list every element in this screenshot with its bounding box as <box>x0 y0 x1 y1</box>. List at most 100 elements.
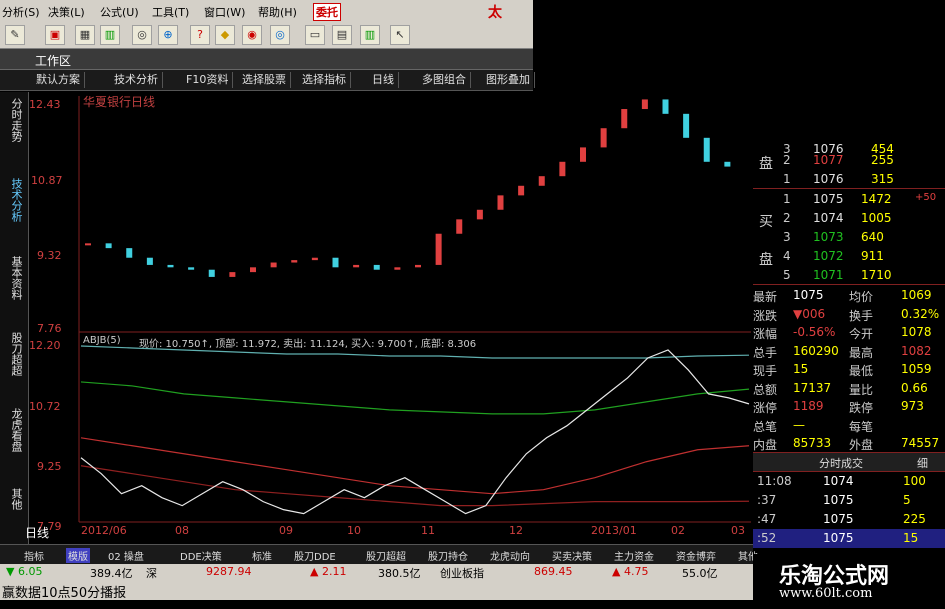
candle <box>332 257 339 268</box>
candle <box>497 195 504 210</box>
date-axis: 日线 2012/06 08 09 10 11 12 2013/01 02 03 <box>25 524 751 542</box>
scan-icon[interactable]: ⊕ <box>158 25 178 45</box>
tab-overlay[interactable]: 图形叠加 <box>482 72 535 88</box>
sell-row: 1 1076 315 <box>783 172 894 186</box>
toolbar: ✎ ▣ ▦ ▥ ◎ ⊕ ? ◆ ◉ ◎ ▭ ▤ ▥ ↖ <box>0 22 533 49</box>
buy-row: 3 1073 640 <box>783 230 884 244</box>
indicator-tab[interactable]: 标准 <box>252 548 272 563</box>
indicator-tab[interactable]: 模版 <box>66 548 90 563</box>
menu-formula[interactable]: 公式(U) <box>100 4 139 20</box>
broadcast-row: 赢数据10点50分播报 <box>0 580 753 601</box>
site-logo: 乐淘公式网 www.60lt.com <box>753 554 945 609</box>
ticks-detail-button[interactable]: 细 <box>917 455 928 471</box>
candle <box>250 267 256 273</box>
workspace-title[interactable]: 工作区 <box>35 52 71 69</box>
candle <box>291 260 298 263</box>
stat-row: 总手 160290 最高 1082 <box>753 343 932 360</box>
left-tab-timeshare[interactable]: 分时走势 <box>4 98 23 142</box>
left-tab-dragon[interactable]: 龙虎看盘 <box>4 408 23 452</box>
tick-row: :52 1075 15 <box>753 529 945 548</box>
bars-icon[interactable]: ▥ <box>100 25 120 45</box>
brand-char: 太 <box>488 5 502 21</box>
menu-window[interactable]: 窗口(W) <box>204 4 245 20</box>
pen-icon[interactable]: ✎ <box>5 25 25 45</box>
left-tabs: 分时走势 技术分析 基本资料 股刀超超 龙虎看盘 其他 <box>0 92 29 544</box>
candle <box>435 233 442 265</box>
indicator-tab[interactable]: 股刀持仓 <box>428 548 468 563</box>
candle <box>311 257 318 261</box>
menu-tools[interactable]: 工具(T) <box>152 4 189 20</box>
diamond-icon[interactable]: ◆ <box>215 25 235 45</box>
flag-icon[interactable]: ▣ <box>45 25 65 45</box>
note-icon[interactable]: ▭ <box>305 25 325 45</box>
candle <box>518 185 525 196</box>
candle <box>683 113 690 138</box>
price-tick-1: 12.43 <box>29 98 61 111</box>
candle <box>270 262 277 268</box>
indicator-tab[interactable]: 股刀DDE <box>294 548 336 563</box>
price-tick-3: 9.32 <box>37 249 62 262</box>
indicator-values: 现价: 10.750↑, 顶部: 11.972, 卖出: 11.124, 买入:… <box>139 339 477 350</box>
tab-default-scheme[interactable]: 默认方案 <box>32 72 85 88</box>
buy-row: 5 1071 1710 <box>783 268 892 282</box>
candle <box>456 219 463 234</box>
tab-multi-chart[interactable]: 多图组合 <box>418 72 471 88</box>
candle <box>146 257 153 265</box>
tab-select-indicator[interactable]: 选择指标 <box>298 72 351 88</box>
left-tab-basic[interactable]: 基本资料 <box>4 256 23 300</box>
indicator-tab[interactable]: 资金博弈 <box>676 548 716 563</box>
indicator-tab[interactable]: 买卖决策 <box>552 548 592 563</box>
menu-analysis[interactable]: 分析(S) <box>2 4 40 20</box>
function-tabs: 默认方案 技术分析 F10资料 选择股票 选择指标 日线 多图组合 图形叠加 <box>0 70 535 91</box>
question-icon[interactable]: ? <box>190 25 210 45</box>
chart-svg <box>29 92 751 544</box>
menu-help[interactable]: 帮助(H) <box>258 4 297 20</box>
candle <box>208 269 215 277</box>
chart-area[interactable]: 12.43 10.87 9.32 7.76 12.20 10.72 9.25 7… <box>25 92 751 544</box>
quote-panel: 3 1076 454 盘 2 1077 255 1 1076 315 1 107… <box>753 140 945 554</box>
menu-bar: 分析(S) 决策(L) 公式(U) 工具(T) 窗口(W) 帮助(H) 委托 太 <box>0 0 533 23</box>
indicator-tab[interactable]: 股刀超超 <box>366 548 406 563</box>
candle <box>559 161 566 177</box>
stat-row: 总笔 — 每笔 <box>753 417 874 434</box>
indicator-tab[interactable]: 指标 <box>24 548 44 563</box>
period-label[interactable]: 日线 <box>25 524 49 541</box>
left-tab-super[interactable]: 股刀超超 <box>4 332 23 376</box>
tab-select-stock[interactable]: 选择股票 <box>238 72 291 88</box>
candle <box>538 176 545 186</box>
candle <box>662 99 669 114</box>
tab-tech-analysis[interactable]: 技术分析 <box>110 72 163 88</box>
help-cursor-icon[interactable]: ↖ <box>390 25 410 45</box>
indicator-tab[interactable]: 主力资金 <box>614 548 654 563</box>
sell-row: 盘 2 1077 255 <box>759 153 894 172</box>
stat-row: 涨停 1189 跌停 973 <box>753 399 924 415</box>
ind-tick-3: 9.25 <box>37 460 62 473</box>
menu-decision[interactable]: 决策(L) <box>48 4 85 20</box>
price-tick-2: 10.87 <box>31 174 63 187</box>
tab-f10[interactable]: F10资料 <box>182 72 234 88</box>
tab-daily[interactable]: 日线 <box>368 72 399 88</box>
stat-row: 涨幅 -0.56% 今开 1078 <box>753 325 932 341</box>
indicator-tab[interactable]: DDE决策 <box>180 548 222 563</box>
left-tab-tech[interactable]: 技术分析 <box>4 178 23 222</box>
left-tab-other[interactable]: 其他 <box>4 488 23 510</box>
menu-entrust[interactable]: 委托 <box>313 3 341 21</box>
books-icon[interactable]: ▥ <box>360 25 380 45</box>
target-icon[interactable]: ◎ <box>270 25 290 45</box>
binoculars-icon[interactable]: ◎ <box>132 25 152 45</box>
indicator-name: ABJB(5) <box>83 335 121 346</box>
grid-icon[interactable]: ▦ <box>75 25 95 45</box>
indicator-tab[interactable]: 02 操盘 <box>108 548 144 563</box>
window-icon[interactable]: ▤ <box>332 25 352 45</box>
candle <box>600 128 607 148</box>
date-label: 03 <box>731 524 745 537</box>
candle <box>476 209 483 220</box>
date-label: 11 <box>421 524 435 537</box>
chart-title: 华夏银行日线 <box>83 95 156 109</box>
date-label: 10 <box>347 524 361 537</box>
date-label: 08 <box>175 524 189 537</box>
indicator-tab[interactable]: 龙虎动向 <box>490 548 530 563</box>
eye-icon[interactable]: ◉ <box>242 25 262 45</box>
date-label: 2012/06 <box>81 524 127 537</box>
ind-tick-1: 12.20 <box>29 339 61 352</box>
